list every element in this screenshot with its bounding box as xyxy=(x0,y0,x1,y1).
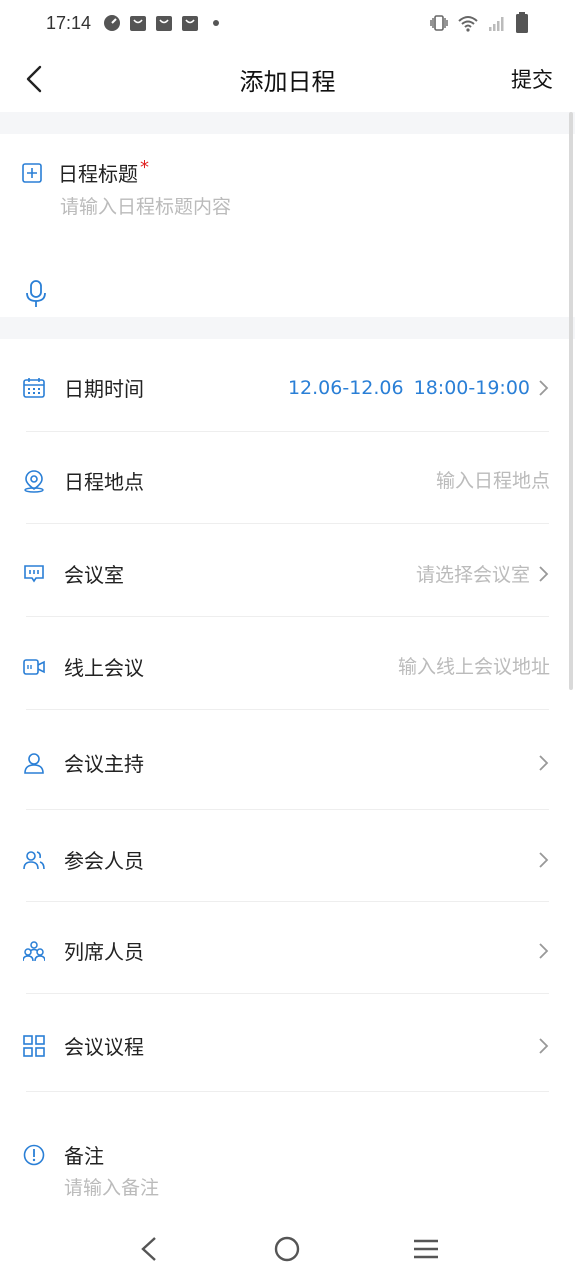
signal-icon xyxy=(489,17,504,31)
menu-icon xyxy=(413,1239,438,1259)
shopping-bag-icon xyxy=(156,16,173,31)
chevron-right-icon xyxy=(539,565,549,582)
system-home-button[interactable] xyxy=(267,1229,307,1269)
attendees-row[interactable]: 参会人员 xyxy=(22,845,550,874)
host-row[interactable]: 会议主持 xyxy=(22,748,550,777)
observers-value xyxy=(530,941,550,961)
divider xyxy=(26,901,549,902)
observers-label: 列席人员 xyxy=(64,940,144,964)
location-input[interactable] xyxy=(290,469,550,492)
chevron-right-icon xyxy=(539,379,549,396)
location-label: 日程地点 xyxy=(64,470,144,494)
chevron-left-icon xyxy=(26,65,42,93)
meeting-room-icon xyxy=(22,562,46,586)
chevron-right-icon xyxy=(539,1037,549,1054)
wifi-icon xyxy=(458,16,478,32)
attendees-label: 参会人员 xyxy=(64,849,144,873)
page-title: 添加日程 xyxy=(239,67,336,96)
meeting-room-placeholder: 请选择会议室 xyxy=(415,564,530,586)
scrollbar[interactable] xyxy=(569,112,573,690)
system-icons xyxy=(429,12,529,34)
remark-label: 备注 xyxy=(64,1144,104,1168)
online-meeting-value xyxy=(290,655,550,678)
battery-icon xyxy=(516,12,528,33)
online-meeting-label: 线上会议 xyxy=(64,656,144,680)
system-navigation-bar xyxy=(0,1218,575,1280)
vibrate-icon xyxy=(430,15,448,31)
info-circle-icon xyxy=(22,1143,46,1167)
datetime-row[interactable]: 日期时间 12.06-12.06 18:00-19:00 xyxy=(22,373,550,402)
divider xyxy=(26,1091,549,1092)
host-value xyxy=(530,753,550,773)
agenda-label: 会议议程 xyxy=(64,1035,144,1059)
chevron-right-icon xyxy=(539,754,549,771)
video-camera-icon xyxy=(22,655,46,679)
microphone-icon xyxy=(26,280,46,307)
date-range: 12.06-12.06 xyxy=(287,376,404,399)
home-circle-icon xyxy=(275,1236,300,1262)
chevron-left-icon xyxy=(141,1237,156,1261)
divider xyxy=(26,523,549,524)
chevron-right-icon xyxy=(539,942,549,959)
attendees-value xyxy=(530,850,550,870)
status-time: 17:14 xyxy=(46,12,92,33)
divider xyxy=(26,431,549,432)
divider xyxy=(26,709,549,710)
location-pin-icon xyxy=(22,469,46,493)
title-label-row: 日程标题 * xyxy=(22,157,149,187)
required-mark: * xyxy=(140,157,149,178)
system-back-button[interactable] xyxy=(129,1229,169,1269)
remark-row: 备注 xyxy=(22,1140,550,1169)
submit-button[interactable]: 提交 xyxy=(511,64,553,94)
host-label: 会议主持 xyxy=(64,752,144,776)
online-meeting-input[interactable] xyxy=(290,655,550,678)
online-meeting-row[interactable]: 线上会议 xyxy=(22,652,550,681)
location-value xyxy=(290,469,550,492)
notification-icons xyxy=(103,14,225,32)
calendar-icon xyxy=(22,376,46,400)
shopping-bag-icon xyxy=(130,16,147,31)
add-schedule-screen: 17:14 添加日程 提交 日程标题 * 请输入日程标题内容 日期时间 12.0… xyxy=(0,0,575,1280)
title-input[interactable] xyxy=(60,196,540,218)
section-gap xyxy=(0,112,575,134)
nav-bar: 添加日程 提交 xyxy=(0,46,575,112)
users-icon xyxy=(22,848,46,872)
title-section: 日程标题 * xyxy=(0,134,575,317)
back-button[interactable] xyxy=(18,62,50,96)
time-range: 18:00-19:00 xyxy=(413,376,530,399)
user-icon xyxy=(22,751,46,775)
observers-row[interactable]: 列席人员 xyxy=(22,936,550,965)
shopping-bag-icon xyxy=(182,16,199,31)
datetime-label: 日期时间 xyxy=(64,377,144,401)
add-square-icon xyxy=(22,162,42,183)
meeting-room-label: 会议室 xyxy=(64,563,124,587)
divider xyxy=(26,993,549,994)
divider xyxy=(26,809,549,810)
meeting-room-row[interactable]: 会议室 请选择会议室 xyxy=(22,559,550,588)
agenda-value xyxy=(530,1036,550,1056)
datetime-value: 12.06-12.06 18:00-19:00 xyxy=(288,377,550,399)
speedometer-icon xyxy=(104,15,121,31)
location-row[interactable]: 日程地点 xyxy=(22,466,550,495)
section-gap xyxy=(0,317,575,339)
meeting-room-value: 请选择会议室 xyxy=(416,560,550,587)
system-menu-button[interactable] xyxy=(406,1229,446,1269)
dot-icon xyxy=(213,20,220,26)
chevron-right-icon xyxy=(539,851,549,868)
status-bar: 17:14 xyxy=(0,0,575,46)
remark-input[interactable] xyxy=(64,1177,534,1199)
title-label: 日程标题 xyxy=(58,162,138,186)
agenda-row[interactable]: 会议议程 xyxy=(22,1031,550,1060)
grid-icon xyxy=(22,1034,46,1058)
divider xyxy=(26,616,549,617)
group-icon xyxy=(22,939,46,963)
voice-input-button[interactable] xyxy=(24,279,48,309)
